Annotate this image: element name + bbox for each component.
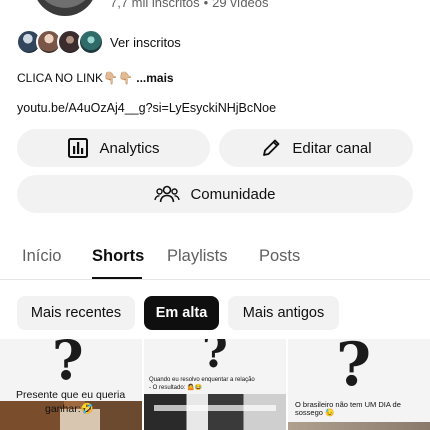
- channel-link[interactable]: youtu.be/A4uOzAj4__g?si=LyEsyckiNHjBcNoe: [17, 101, 276, 115]
- video-count: 29 vídeos: [212, 0, 269, 10]
- analytics-button[interactable]: Analytics: [17, 129, 210, 167]
- short-caption-line1: Quando eu resolvo enquentar a relação: [149, 377, 255, 383]
- channel-avatar[interactable]: [33, 0, 97, 16]
- description-text: CLICA NO LINK👇🏼👇🏼: [17, 71, 137, 85]
- tab-posts[interactable]: Posts: [259, 247, 300, 266]
- sort-chip-oldest[interactable]: Mais antigos: [228, 296, 339, 330]
- short-caption-line2: sossego 😓: [295, 408, 335, 417]
- description-more-link[interactable]: ...mais: [136, 71, 173, 85]
- subscriber-avatars[interactable]: [16, 29, 104, 55]
- short-thumbnail[interactable]: ? O brasileiro não tem UM DIA de sossego…: [288, 339, 430, 430]
- short-thumbnail[interactable]: ? Quando eu resolvo enquentar a relação …: [144, 339, 286, 430]
- tab-shorts[interactable]: Shorts: [92, 247, 144, 266]
- pencil-icon: [260, 137, 282, 159]
- analytics-label: Analytics: [99, 139, 160, 157]
- short-caption-line1: Presente que eu queria: [16, 389, 126, 401]
- community-label: Comunidade: [190, 185, 276, 203]
- subscriber-count: 7,7 mil inscritos: [110, 0, 200, 10]
- thumbnail-scene-detail: [154, 405, 276, 411]
- question-mark-graphic: ?: [336, 339, 372, 400]
- short-thumbnail[interactable]: ? Presente que eu queria ganhar:🤣: [0, 339, 142, 430]
- view-subscribers-link[interactable]: Ver inscritos: [110, 35, 181, 50]
- short-caption-line2: ganhar:🤣: [45, 403, 94, 415]
- edit-channel-button[interactable]: Editar canal: [219, 129, 413, 167]
- edit-channel-label: Editar canal: [292, 139, 372, 157]
- question-mark-graphic: ?: [52, 339, 84, 392]
- sort-chip-popular[interactable]: Em alta: [144, 296, 219, 330]
- question-mark-graphic: ?: [202, 339, 228, 378]
- people-icon: [154, 183, 181, 205]
- thumbnail-scene: [288, 422, 430, 430]
- subscribers-avatars-row[interactable]: [16, 29, 104, 55]
- channel-tabs: Início Shorts Playlists Posts: [0, 238, 430, 280]
- analytics-icon: [67, 137, 89, 159]
- sort-chip-recent[interactable]: Mais recentes: [17, 296, 135, 330]
- channel-description[interactable]: CLICA NO LINK👇🏼👇🏼 ...mais: [17, 71, 174, 85]
- tab-home[interactable]: Início: [22, 247, 61, 266]
- active-tab-indicator: [92, 277, 142, 279]
- tab-playlists[interactable]: Playlists: [167, 247, 228, 266]
- stats-separator: •: [203, 0, 209, 10]
- short-caption-line2: - O resultado: 🤷😂: [149, 385, 202, 391]
- channel-stats: 7,7 mil inscritos • 29 vídeos: [110, 0, 269, 10]
- subscriber-avatar: [78, 29, 104, 55]
- thumbnail-scene: [144, 394, 286, 430]
- community-button[interactable]: Comunidade: [17, 175, 413, 213]
